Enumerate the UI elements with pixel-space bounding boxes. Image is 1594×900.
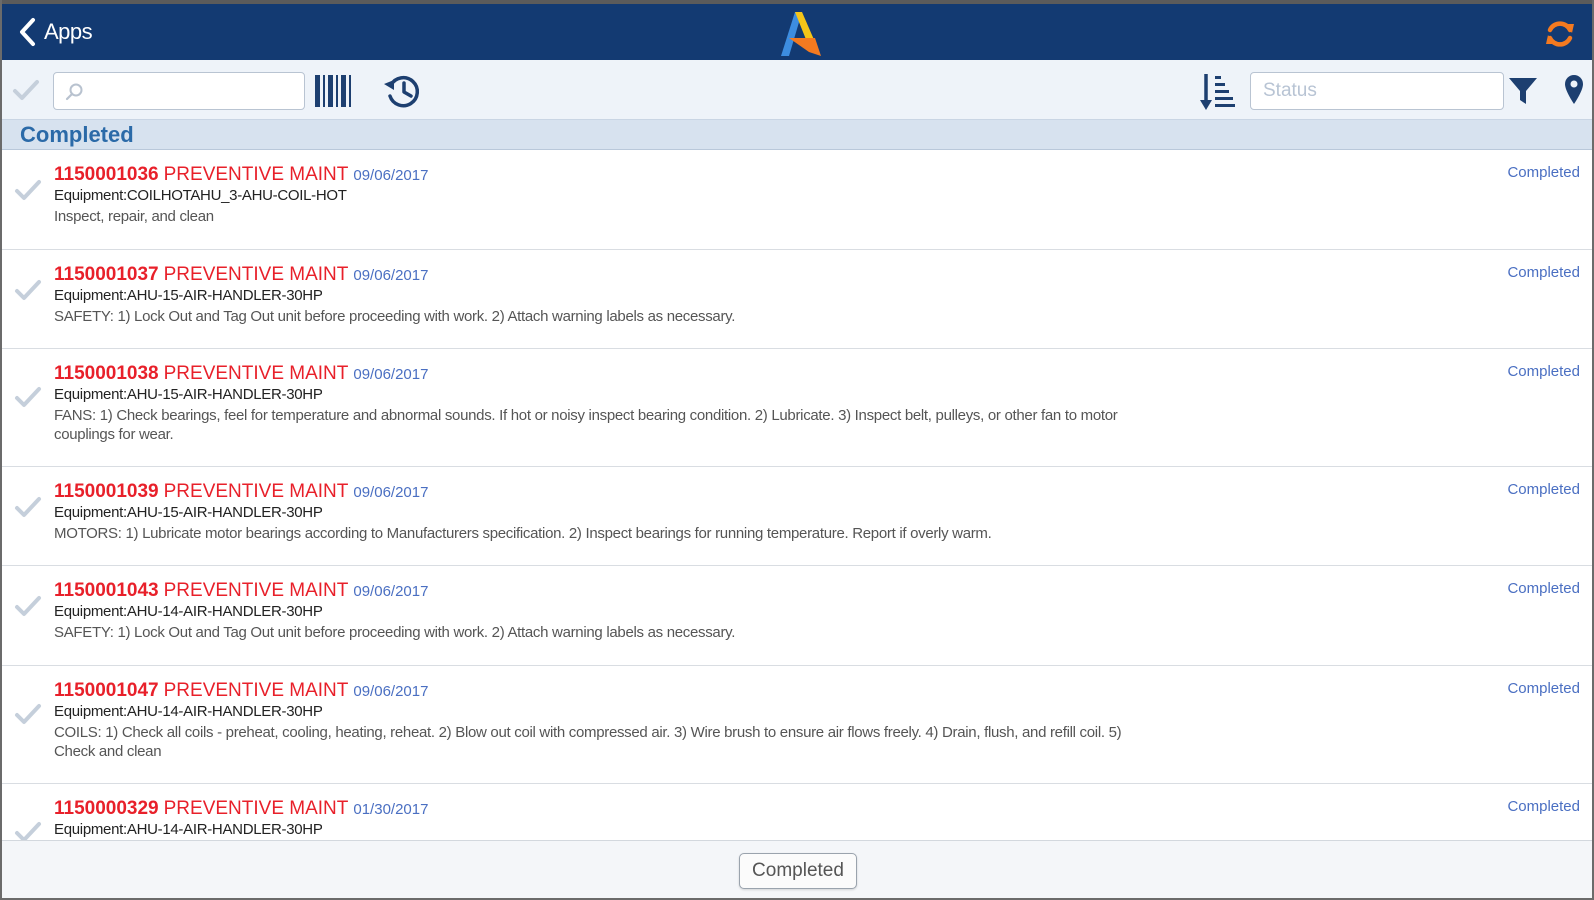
check-icon[interactable] xyxy=(14,702,42,726)
work-order-number: 1150001036 xyxy=(54,164,159,185)
work-order-row[interactable]: 1150001038 PREVENTIVE MAINT 09/06/2017 Equ… xyxy=(2,349,1592,467)
location-pin-icon[interactable] xyxy=(1562,74,1586,106)
work-order-row[interactable]: 1150001043 PREVENTIVE MAINT 09/06/2017 Equ… xyxy=(2,566,1592,666)
work-order-number: 1150001043 xyxy=(54,580,159,601)
work-order-list: 1150001036 PREVENTIVE MAINT 09/06/2017 Equ… xyxy=(2,150,1592,840)
work-order-row[interactable]: 1150001047 PREVENTIVE MAINT 09/06/2017 Equ… xyxy=(2,666,1592,784)
work-order-type: PREVENTIVE MAINT xyxy=(163,363,349,384)
work-order-equipment: Equipment:AHU-14-AIR-HANDLER-30HP xyxy=(54,703,323,720)
work-order-date: 09/06/2017 xyxy=(353,167,429,184)
check-icon[interactable] xyxy=(14,385,42,409)
app-logo-icon xyxy=(781,12,821,56)
work-order-type: PREVENTIVE MAINT xyxy=(163,164,349,185)
work-order-title: 1150001043 PREVENTIVE MAINT 09/06/2017 xyxy=(54,580,428,602)
search-input[interactable] xyxy=(90,79,290,103)
work-order-type: PREVENTIVE MAINT xyxy=(163,481,349,502)
work-order-number: 1150001037 xyxy=(54,264,159,285)
header-bar: Apps xyxy=(2,0,1592,60)
work-order-title: 1150001039 PREVENTIVE MAINT 09/06/2017 xyxy=(54,481,428,503)
work-order-number: 1150000329 xyxy=(54,798,159,819)
select-all-check-icon[interactable] xyxy=(12,78,40,102)
status-filter-input[interactable] xyxy=(1263,79,1493,103)
work-order-title: 1150001047 PREVENTIVE MAINT 09/06/2017 xyxy=(54,680,428,702)
work-order-description: Inspect, repair, and clean xyxy=(54,208,214,225)
work-order-equipment: Equipment:AHU-14-AIR-HANDLER-30HP xyxy=(54,603,323,620)
toolbar xyxy=(2,60,1592,120)
work-order-status: Completed xyxy=(1507,798,1580,815)
chevron-left-icon xyxy=(20,18,35,46)
section-header: Completed xyxy=(2,120,1592,150)
work-order-equipment: Equipment:AHU-15-AIR-HANDLER-30HP xyxy=(54,386,323,403)
work-order-equipment: Equipment:COILHOTAHU_3-AHU-COIL-HOT xyxy=(54,187,347,204)
history-icon[interactable] xyxy=(382,72,422,110)
section-title: Completed xyxy=(20,122,134,147)
work-order-status: Completed xyxy=(1507,481,1580,498)
barcode-scan-icon[interactable] xyxy=(314,73,352,109)
check-icon[interactable] xyxy=(14,178,42,202)
work-order-row[interactable]: 1150000329 PREVENTIVE MAINT 01/30/2017 Equ… xyxy=(2,784,1592,840)
status-filter-box xyxy=(1250,72,1504,110)
check-icon[interactable] xyxy=(14,495,42,519)
check-icon[interactable] xyxy=(14,820,42,840)
work-order-title: 1150001037 PREVENTIVE MAINT 09/06/2017 xyxy=(54,264,428,286)
search-box xyxy=(53,72,305,110)
sort-icon[interactable] xyxy=(1200,72,1236,112)
work-order-row[interactable]: 1150001039 PREVENTIVE MAINT 09/06/2017 Equ… xyxy=(2,467,1592,566)
work-order-status: Completed xyxy=(1507,580,1580,597)
work-order-type: PREVENTIVE MAINT xyxy=(163,680,349,701)
work-order-title: 1150001038 PREVENTIVE MAINT 09/06/2017 xyxy=(54,363,428,385)
work-order-date: 09/06/2017 xyxy=(353,683,429,700)
search-icon xyxy=(65,83,83,101)
work-order-description: SAFETY: 1) Lock Out and Tag Out unit bef… xyxy=(54,308,736,325)
work-order-equipment: Equipment:AHU-15-AIR-HANDLER-30HP xyxy=(54,287,323,304)
refresh-icon[interactable] xyxy=(1544,18,1576,50)
work-order-date: 09/06/2017 xyxy=(353,267,429,284)
work-order-type: PREVENTIVE MAINT xyxy=(163,264,349,285)
work-order-row[interactable]: 1150001037 PREVENTIVE MAINT 09/06/2017 Equ… xyxy=(2,250,1592,349)
back-to-apps-button[interactable]: Apps xyxy=(16,16,93,48)
work-order-status: Completed xyxy=(1507,680,1580,697)
work-order-equipment: Equipment:AHU-15-AIR-HANDLER-30HP xyxy=(54,504,323,521)
work-order-description: MOTORS: 1) Lubricate motor bearings acco… xyxy=(54,525,992,542)
work-order-number: 1150001039 xyxy=(54,481,159,502)
check-icon[interactable] xyxy=(14,594,42,618)
work-order-row[interactable]: 1150001036 PREVENTIVE MAINT 09/06/2017 Equ… xyxy=(2,150,1592,250)
work-order-type: PREVENTIVE MAINT xyxy=(163,798,349,819)
check-icon[interactable] xyxy=(14,278,42,302)
app-window: Apps Status Completed 1150001036 PREVENT… xyxy=(0,0,1594,900)
work-order-title: 1150001036 PREVENTIVE MAINT 09/06/2017 xyxy=(54,164,428,186)
work-order-status: Completed xyxy=(1507,264,1580,281)
work-order-status: Completed xyxy=(1507,363,1580,380)
completed-filter-button[interactable]: Completed xyxy=(739,853,857,889)
work-order-date: 09/06/2017 xyxy=(353,484,429,501)
work-order-description: SAFETY: 1) Lock Out and Tag Out unit bef… xyxy=(54,624,736,641)
work-order-description: FANS: 1) Check bearings, feel for temper… xyxy=(54,407,1118,443)
work-order-description: COILS: 1) Check all coils - preheat, coo… xyxy=(54,724,1122,760)
work-order-date: 09/06/2017 xyxy=(353,583,429,600)
work-order-equipment: Equipment:AHU-14-AIR-HANDLER-30HP xyxy=(54,821,323,838)
work-order-date: 01/30/2017 xyxy=(353,801,429,818)
work-order-date: 09/06/2017 xyxy=(353,366,429,383)
back-label: Apps xyxy=(44,19,93,44)
work-order-number: 1150001047 xyxy=(54,680,159,701)
footer-bar: Completed xyxy=(2,840,1592,898)
work-order-title: 1150000329 PREVENTIVE MAINT 01/30/2017 xyxy=(54,798,428,820)
work-order-status: Completed xyxy=(1507,164,1580,181)
work-order-number: 1150001038 xyxy=(54,363,159,384)
filter-icon[interactable] xyxy=(1508,76,1538,106)
work-order-type: PREVENTIVE MAINT xyxy=(163,580,349,601)
